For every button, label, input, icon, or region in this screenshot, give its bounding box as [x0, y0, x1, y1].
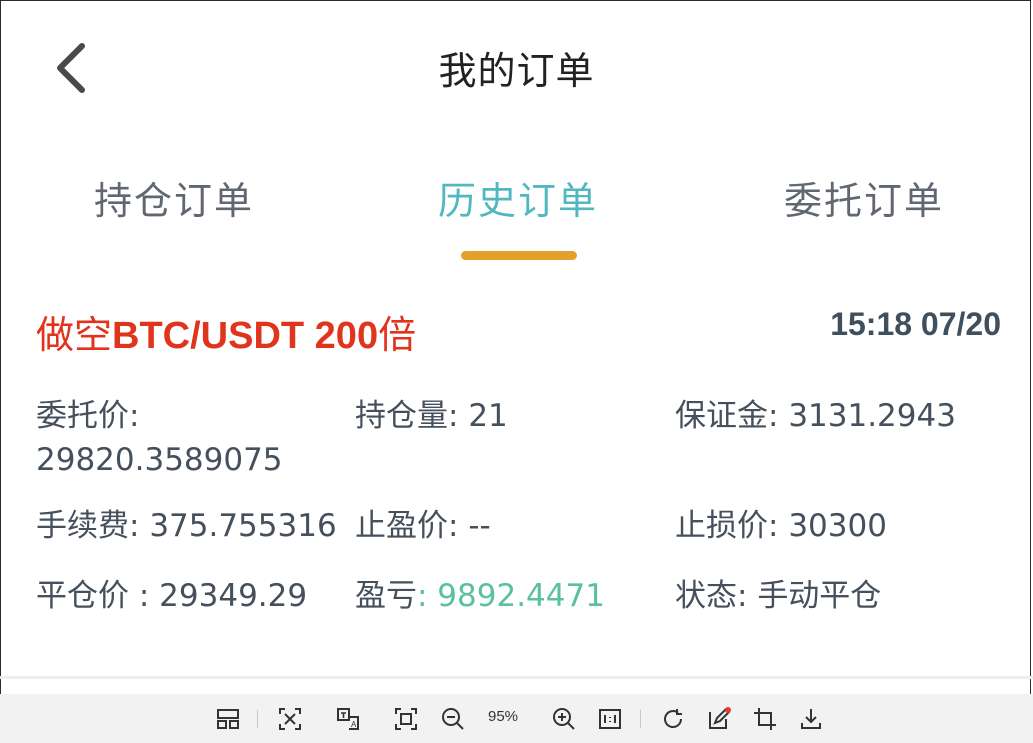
- crop-icon: [754, 708, 776, 730]
- zoom-in-button[interactable]: [551, 706, 577, 732]
- fit-width-button[interactable]: [277, 706, 303, 732]
- tab-positions[interactable]: 持仓订单: [94, 170, 254, 225]
- take-profit-value: --: [468, 508, 491, 544]
- stop-loss-field: 止损价: 30300: [675, 504, 887, 548]
- zoom-in-icon: [553, 708, 575, 730]
- take-profit-label: 止盈价:: [355, 508, 459, 544]
- app-header: 我的订单: [0, 0, 1033, 130]
- position-value: 21: [468, 398, 508, 434]
- toolbar-separator: [257, 710, 258, 728]
- position-label: 持仓量:: [355, 398, 459, 434]
- layout-button[interactable]: [215, 706, 241, 732]
- edit-button[interactable]: [706, 706, 732, 732]
- close-price-value: 29349.29: [159, 578, 308, 614]
- page-title: 我的订单: [438, 49, 595, 93]
- zoom-level: 95%: [488, 708, 519, 725]
- fit-page-button[interactable]: [393, 706, 419, 732]
- zoom-out-icon: [442, 708, 464, 730]
- pnl-value: : 9892.4471: [417, 578, 605, 614]
- order-time: 15:18 07/20: [830, 306, 1001, 342]
- tab-history[interactable]: 历史订单: [438, 170, 598, 225]
- fee-label: 手续费:: [36, 508, 140, 544]
- fee-field: 手续费: 375.755316: [36, 504, 337, 548]
- actual-size-icon: [599, 709, 621, 729]
- svg-text:A: A: [351, 720, 357, 729]
- close-price-field: 平仓价 : 29349.29: [36, 574, 307, 618]
- order-card[interactable]: 做空BTC/USDT 200倍 15:18 07/20 委托价: 29820.3…: [0, 290, 1033, 650]
- order-title: 做空BTC/USDT 200倍: [36, 304, 416, 359]
- status-label: 状态:: [675, 578, 748, 614]
- viewer-toolbar: A 95%: [0, 694, 1033, 743]
- fit-width-icon: [279, 708, 301, 730]
- entrust-price-field: 委托价: 29820.3589075: [36, 394, 283, 482]
- pnl-label: 盈亏: [355, 578, 417, 614]
- toolbar-separator: [640, 710, 641, 728]
- fit-page-icon: [395, 708, 417, 730]
- zoom-out-button[interactable]: [440, 706, 466, 732]
- actual-size-button[interactable]: [597, 706, 623, 732]
- translate-icon: A: [337, 708, 359, 730]
- order-pair: BTC/USDT 200: [112, 315, 379, 357]
- margin-field: 保证金: 3131.2943: [675, 394, 956, 438]
- layout-icon: [217, 709, 239, 729]
- download-button[interactable]: [798, 706, 824, 732]
- close-price-label: 平仓价 :: [36, 578, 150, 614]
- tab-entrusted[interactable]: 委托订单: [784, 170, 944, 225]
- order-tabs: 持仓订单 历史订单 委托订单: [0, 160, 1033, 270]
- edit-icon: [709, 707, 731, 729]
- download-icon: [801, 709, 821, 729]
- margin-value: 3131.2943: [788, 398, 956, 434]
- take-profit-field: 止盈价: --: [355, 504, 491, 548]
- order-direction: 做空: [36, 313, 113, 357]
- pnl-field: 盈亏: 9892.4471: [355, 574, 605, 618]
- stop-loss-label: 止损价:: [675, 508, 779, 544]
- rotate-button[interactable]: [660, 706, 686, 732]
- stop-loss-value: 30300: [788, 508, 887, 544]
- crop-button[interactable]: [752, 706, 778, 732]
- entrust-price-label: 委托价:: [36, 398, 140, 434]
- status-field: 状态: 手动平仓: [675, 574, 881, 618]
- order-leverage-suffix: 倍: [378, 313, 417, 357]
- status-value: 手动平仓: [757, 578, 882, 614]
- rotate-icon: [664, 709, 683, 728]
- position-field: 持仓量: 21: [355, 394, 508, 438]
- active-tab-indicator: [461, 251, 577, 260]
- entrust-price-value: 29820.3589075: [36, 442, 283, 478]
- translate-button[interactable]: A: [335, 706, 361, 732]
- fee-value: 375.755316: [149, 508, 337, 544]
- margin-label: 保证金:: [675, 398, 779, 434]
- section-divider: [0, 676, 1033, 679]
